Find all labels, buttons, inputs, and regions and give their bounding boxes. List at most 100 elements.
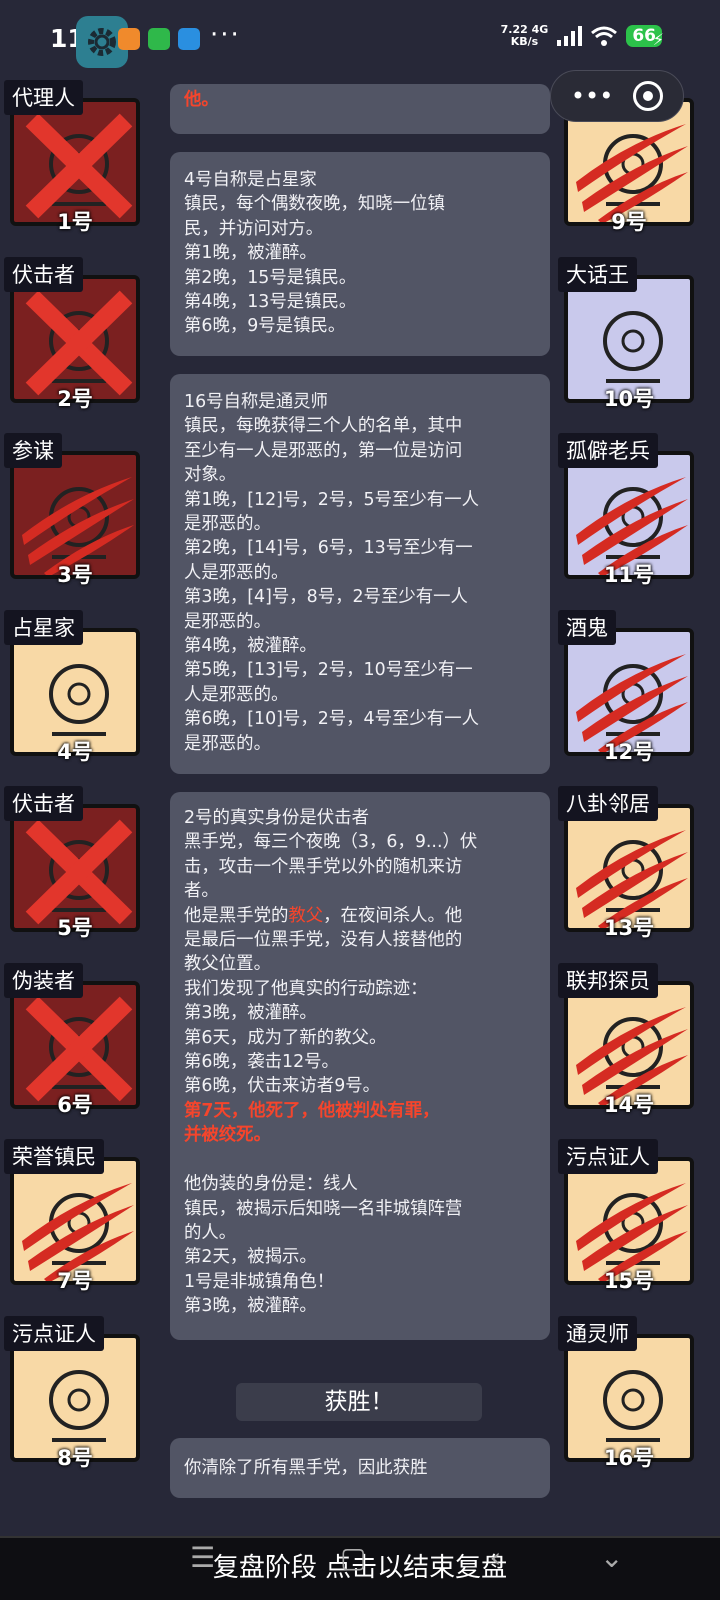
message-line: 人是邪恶的。 [184, 562, 289, 583]
charge-app-icon [148, 28, 170, 50]
charging-icon: ⚡ [652, 30, 664, 49]
home-nav-icon[interactable]: ▢ [340, 1541, 366, 1574]
message-line: 4号自称是占星家 [184, 170, 317, 190]
network-speed: 7.22 4G KB/s [500, 23, 549, 48]
player-card[interactable]: 伪装者 6号 [4, 962, 140, 1117]
claw-mark-icon [576, 477, 688, 575]
claw-mark-icon [22, 477, 134, 575]
player-number: 4号 [57, 739, 93, 764]
player-card[interactable]: 伏击者 2号 [4, 256, 140, 411]
message-bubble-fragment: 他。 [170, 84, 550, 134]
miniapp-capsule: ••• [550, 70, 684, 122]
player-role-label: 联邦探员 [558, 962, 658, 998]
message-line: 是邪恶的。 [184, 514, 271, 535]
player-role-label: 参谋 [4, 433, 62, 468]
telegram-icon [178, 28, 200, 50]
message-lines: 4号自称是占星家 镇民，每个偶数夜晚，知晓一位镇 民，并访问对方。 第1晚，被灌醉。第… [184, 168, 536, 339]
message-line: 第3晚，被灌醉。 [184, 1003, 317, 1024]
wifi-icon [591, 26, 618, 46]
status-right: 7.22 4G KB/s 66 [501, 24, 662, 48]
player-number: 15号 [603, 1269, 655, 1293]
player-role-label: 八卦邻居 [558, 786, 658, 821]
message-line: 第6天，成为了新的教父。 [184, 1027, 387, 1048]
assist-nav-icon[interactable]: ⌄ [600, 1541, 623, 1574]
player-card[interactable]: 参谋 3号 [4, 433, 140, 587]
message-line-godfather: 他是黑手党的教父，在夜间杀人。他 [184, 905, 463, 926]
shopping-app-icon [118, 28, 140, 50]
claw-mark-icon [22, 1183, 134, 1281]
godfather-highlight: 教父 [288, 905, 324, 926]
player-number: 2号 [57, 386, 93, 411]
role-portrait-icon [603, 1369, 663, 1442]
execution-notice: 第7天，他死了，他被判处有罪， 并被绞死。 [184, 1099, 536, 1148]
message-line: 第2天，被揭示。 [184, 1247, 317, 1268]
message-line: 镇民，被揭示后知晓一名非城镇阵营 [184, 1198, 463, 1219]
player-card[interactable]: 联邦探员 14号 [558, 962, 694, 1117]
player-card[interactable]: 污点证人 15号 [558, 1139, 694, 1293]
player-card[interactable]: 孤僻老兵 11号 [558, 433, 694, 587]
player-role-label: 伏击者 [4, 256, 83, 292]
message-line: 第2晚，[14]号，6号，13号至少有一 [184, 538, 473, 559]
message-line: 我们发现了他真实的行动踪迹： [184, 978, 428, 999]
message-line: 2号的真实身份是伏击者 [184, 808, 369, 828]
message-lines: 16号自称是通灵师 镇民，每晚获得三个人的名单，其中 至少有一人是邪恶的，第一位是访… [184, 390, 536, 756]
message-lines: 他伪装的身份是：线人 镇民，被揭示后知晓一名非城镇阵营 的人。 第2天，被揭示。 1号是… [184, 1172, 536, 1318]
message-line: 第1晚，[12]号，2号，5号至少有一人 [184, 489, 479, 510]
player-role-label: 孤僻老兵 [558, 433, 658, 468]
player-card[interactable]: 大话王 10号 [558, 256, 694, 411]
player-role-label: 代理人 [4, 80, 83, 115]
message-line: 第5晚，[13]号，2号，10号至少有一 [184, 660, 473, 681]
more-menu-button[interactable]: ••• [571, 82, 613, 110]
message-line: 民，并访问对方。 [184, 218, 324, 239]
player-role-label: 大话王 [558, 256, 637, 292]
status-bar: 11:15 ··· 7.22 4GKB/s 66 ⚡ [0, 0, 720, 80]
player-number: 12号 [603, 739, 655, 764]
message-line: 第4晚，被灌醉。 [184, 636, 317, 657]
message-line: 镇民，每晚获得三个人的名单，其中 [184, 416, 463, 437]
player-number: 5号 [57, 916, 93, 940]
role-portrait-icon [49, 663, 109, 736]
player-card[interactable]: 酒鬼 12号 [558, 609, 694, 764]
final-result-text: 你清除了所有黑手党，因此获胜 [184, 1458, 428, 1478]
spacer-line [184, 1148, 536, 1172]
player-role-label: 污点证人 [558, 1139, 658, 1174]
menu-nav-icon[interactable]: ☰ [190, 1541, 215, 1574]
player-number: 1号 [57, 210, 93, 234]
message-line: 第1晚，被灌醉。 [184, 243, 317, 264]
player-card[interactable]: 污点证人 8号 [4, 1315, 140, 1470]
message-line: 是邪恶的。 [184, 733, 271, 754]
message-line: 第7天，他死了，他被判处有罪， [184, 1100, 440, 1121]
message-line: 1号是非城镇角色！ [184, 1271, 335, 1292]
message-line: 是邪恶的。 [184, 611, 271, 632]
message-line: 教父位置。 [184, 954, 271, 975]
message-line: 人是邪恶的。 [184, 684, 289, 705]
role-portrait-icon [603, 310, 663, 383]
message-bubble-reveal: 2号的真实身份是伏击者 黑手党，每三个夜晚（3，6，9...）伏 击，攻击一个黑手党… [170, 792, 550, 1340]
message-line: 至少有一人是邪恶的，第一位是访问 [184, 440, 463, 461]
player-card[interactable]: 代理人 1号 [4, 80, 140, 234]
message-line: 第6晚，[10]号，2号，4号至少有一人 [184, 709, 479, 730]
player-card[interactable]: 八卦邻居 13号 [558, 786, 694, 940]
signal-icon [557, 26, 583, 46]
player-number: 3号 [57, 563, 93, 587]
message-line: 第2晚，15号是镇民。 [184, 267, 357, 288]
player-role-label: 荣誉镇民 [4, 1139, 104, 1174]
player-number: 7号 [57, 1269, 93, 1293]
message-bubble-final: 你清除了所有黑手党，因此获胜 [170, 1438, 550, 1498]
message-line: 他。 [184, 90, 219, 110]
player-role-label: 通灵师 [558, 1315, 637, 1351]
player-role-label: 伏击者 [4, 786, 83, 821]
message-line: 是最后一位黑手党，没有人接替他的 [184, 930, 463, 951]
player-card[interactable]: 荣誉镇民 7号 [4, 1139, 140, 1293]
player-card[interactable]: 占星家 4号 [4, 609, 140, 764]
back-nav-icon[interactable]: ‹ [490, 1541, 501, 1574]
player-role-label: 酒鬼 [558, 609, 616, 645]
player-number: 14号 [603, 1092, 655, 1117]
more-notifications-icon: ··· [210, 20, 241, 50]
player-card[interactable]: 伏击者 5号 [4, 786, 140, 940]
player-number: 11号 [603, 563, 655, 587]
message-line: 第3晚，被灌醉。 [184, 1296, 317, 1317]
player-number: 9号 [611, 210, 647, 234]
close-miniapp-button[interactable] [633, 81, 664, 111]
player-card[interactable]: 通灵师 16号 [558, 1315, 694, 1470]
